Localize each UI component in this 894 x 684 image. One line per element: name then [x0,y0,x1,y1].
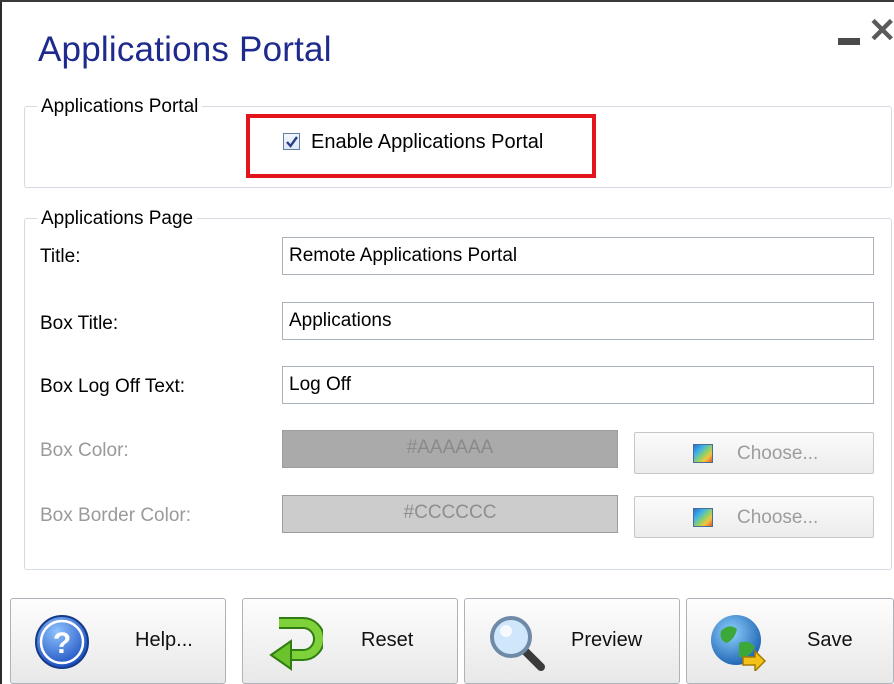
save-label: Save [807,629,853,651]
applications-portal-legend: Applications Portal [37,96,203,118]
svg-text:?: ? [53,627,71,660]
color-palette-icon [693,444,713,463]
choose-label: Choose... [737,507,819,528]
checkmark-icon [286,136,298,148]
window-border-top [0,0,894,2]
box-title-label: Box Title: [40,313,119,334]
choose-label: Choose... [737,443,819,464]
box-border-color-label: Box Border Color: [40,505,192,526]
box-border-color-swatch: #CCCCCC [282,495,618,533]
help-button[interactable]: ? Help... [10,598,226,684]
color-palette-icon [693,508,713,527]
box-border-color-choose-button[interactable]: Choose... [634,496,874,538]
reset-button[interactable]: Reset [242,598,458,684]
preview-button[interactable]: Preview [464,598,680,684]
box-logoff-text-input[interactable] [282,366,874,404]
preview-label: Preview [571,629,643,651]
help-icon: ? [35,615,89,669]
applications-page-legend: Applications Page [37,208,198,230]
window-title: Applications Portal [38,30,332,69]
magnifier-icon [490,616,545,671]
minimize-button[interactable] [838,38,860,45]
box-color-swatch: #AAAAAA [282,430,618,468]
globe-save-icon [711,615,767,671]
help-label: Help... [135,629,193,651]
box-title-input[interactable] [282,302,874,340]
close-button[interactable]: ✕ [868,14,894,48]
window-border-left [0,0,2,684]
enable-portal-label[interactable]: Enable Applications Portal [311,131,543,154]
box-color-label: Box Color: [40,440,129,461]
enable-portal-checkbox[interactable] [283,133,300,150]
box-color-choose-button[interactable]: Choose... [634,432,874,474]
reset-label: Reset [361,629,414,651]
reset-arrow-icon [269,617,323,671]
save-button[interactable]: Save [686,598,894,684]
box-logoff-text-label: Box Log Off Text: [40,376,186,397]
title-input[interactable] [282,237,874,275]
title-label: Title: [40,246,81,267]
